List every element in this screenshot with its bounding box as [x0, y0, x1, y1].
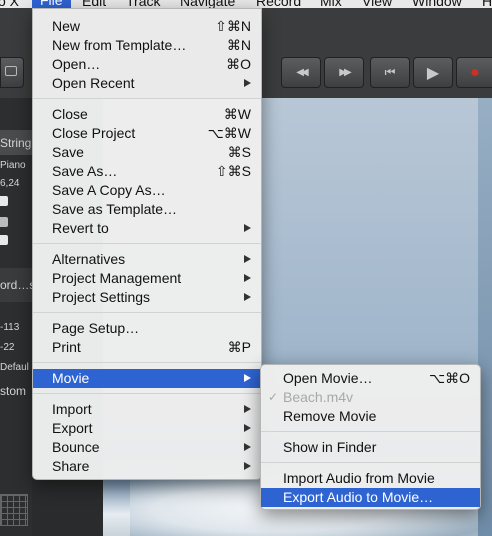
movie-submenu: Open Movie… ⌥⌘O ✓ Beach.m4v Remove Movie S… — [260, 364, 481, 510]
menu-separator — [33, 362, 261, 363]
submenu-arrow-icon — [244, 79, 251, 87]
submenu-arrow-icon — [244, 374, 251, 382]
menu-item-movie[interactable]: Movie — [33, 369, 261, 388]
menu-item-revert-to[interactable]: Revert to — [33, 219, 261, 238]
menu-item-close[interactable]: Close ⌘W — [33, 105, 261, 124]
menu-item-bounce[interactable]: Bounce — [33, 438, 261, 457]
inspector-text-record: ord…s — [0, 278, 32, 292]
menu-item-print[interactable]: Print ⌘P — [33, 338, 261, 357]
inspector-panel: String Piano 6,24 ord…s -113 -22 Defaul … — [0, 98, 32, 536]
submenu-arrow-icon — [244, 255, 251, 263]
menu-bar: o X File Edit Track Navigate Record Mix … — [0, 0, 492, 9]
menu-item-import-audio-from-movie[interactable]: Import Audio from Movie — [261, 469, 480, 488]
menubar-file[interactable]: File — [32, 0, 71, 8]
library-icon — [5, 66, 17, 76]
fast-forward-icon: ▶▶ — [339, 67, 352, 78]
submenu-arrow-icon — [244, 224, 251, 232]
inspector-text-piano: Piano — [0, 160, 26, 171]
record-icon: ● — [470, 63, 480, 81]
menu-item-open[interactable]: Open… ⌘O — [33, 55, 261, 74]
submenu-arrow-icon — [244, 424, 251, 432]
inspector-checkbox-3[interactable] — [0, 235, 8, 245]
fast-forward-button[interactable]: ▶▶ — [324, 57, 364, 88]
play-button[interactable]: ▶ — [413, 57, 453, 88]
menu-item-alternatives[interactable]: Alternatives — [33, 250, 261, 269]
menu-item-save[interactable]: Save ⌘S — [33, 143, 261, 162]
menu-item-close-project[interactable]: Close Project ⌥⌘W — [33, 124, 261, 143]
menu-item-import[interactable]: Import — [33, 400, 261, 419]
menu-item-page-setup[interactable]: Page Setup… — [33, 319, 261, 338]
inspector-text-value-1: -113 — [0, 322, 20, 333]
menu-item-current-movie: ✓ Beach.m4v — [268, 389, 354, 405]
inspector-text-value-2: -22 — [0, 342, 15, 353]
menu-separator — [33, 393, 261, 394]
menu-item-new[interactable]: New ⇧⌘N — [33, 17, 261, 36]
checkmark-icon: ✓ — [268, 390, 279, 404]
grid-icon — [0, 494, 28, 526]
inspector-checkbox-1[interactable] — [0, 196, 8, 206]
record-button[interactable]: ● — [456, 57, 492, 88]
menu-separator — [33, 312, 261, 313]
menu-item-remove-movie[interactable]: Remove Movie — [261, 407, 480, 426]
menu-item-new-from-template[interactable]: New from Template… ⌘N — [33, 36, 261, 55]
library-toggle-button[interactable] — [0, 57, 24, 88]
rewind-button[interactable]: ◀◀ — [281, 57, 321, 88]
menu-item-export-audio-to-movie[interactable]: Export Audio to Movie… — [261, 488, 480, 507]
menu-separator — [261, 462, 480, 463]
menu-item-open-recent[interactable]: Open Recent — [33, 74, 261, 93]
menu-separator — [261, 431, 480, 432]
inspector-text-string: String — [0, 136, 32, 150]
menu-item-show-in-finder[interactable]: Show in Finder — [261, 438, 480, 457]
menu-separator — [33, 243, 261, 244]
submenu-arrow-icon — [244, 443, 251, 451]
submenu-arrow-icon — [244, 462, 251, 470]
inspector-text-position: 6,24 — [0, 178, 20, 189]
menu-item-export[interactable]: Export — [33, 419, 261, 438]
menu-item-share[interactable]: Share — [33, 457, 261, 476]
menu-item-open-movie[interactable]: Open Movie… ⌥⌘O — [261, 369, 480, 388]
menu-separator — [33, 98, 261, 99]
menu-item-project-settings[interactable]: Project Settings — [33, 288, 261, 307]
file-menu: New ⇧⌘N New from Template… ⌘N Open… ⌘O Open… — [32, 8, 262, 480]
go-to-start-icon: ⏮ — [384, 65, 396, 79]
menu-item-project-management[interactable]: Project Management — [33, 269, 261, 288]
go-to-start-button[interactable]: ⏮ — [370, 57, 410, 88]
menu-item-save-as-template[interactable]: Save as Template… — [33, 200, 261, 219]
submenu-arrow-icon — [244, 274, 251, 282]
inspector-checkbox-2[interactable] — [0, 217, 8, 227]
play-icon: ▶ — [426, 64, 440, 82]
inspector-text-custom: stom — [0, 384, 27, 398]
submenu-arrow-icon — [244, 405, 251, 413]
menu-item-save-as[interactable]: Save As… ⇧⌘S — [33, 162, 261, 181]
rewind-icon: ◀◀ — [296, 67, 309, 78]
inspector-text-default: Defaul — [0, 362, 29, 373]
submenu-arrow-icon — [244, 293, 251, 301]
menu-item-save-copy-as[interactable]: Save A Copy As… — [33, 181, 261, 200]
